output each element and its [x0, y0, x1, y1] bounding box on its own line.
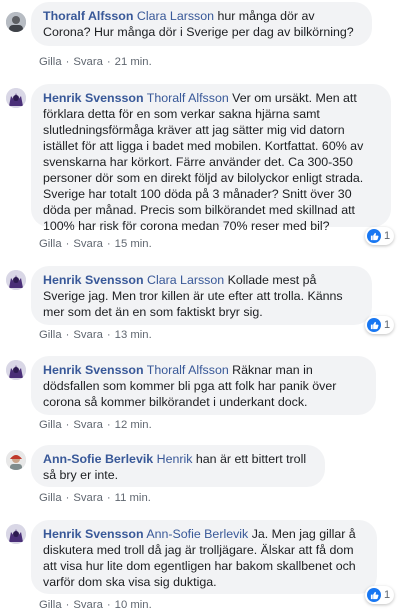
comment-bubble: Henrik Svensson Ann-Sofie Berlevik Ja. M… [31, 520, 377, 594]
reaction-number: 1 [384, 589, 391, 601]
reply-button[interactable]: Svara [73, 56, 103, 68]
reaction-count[interactable]: 1 [365, 586, 395, 604]
like-button[interactable]: Gilla [39, 329, 62, 341]
comment-timestamp[interactable]: 10 min. [115, 599, 152, 611]
comment: Henrik Svensson Clara Larsson Kollade me… [0, 264, 418, 344]
avatar[interactable] [6, 12, 26, 32]
comment-timestamp[interactable]: 11 min. [115, 492, 151, 504]
comment-timestamp[interactable]: 12 min. [115, 419, 152, 431]
reaction-number: 1 [384, 230, 391, 242]
comment-author[interactable]: Henrik Svensson [43, 273, 144, 287]
comment-actions: Gilla · Svara · 10 min. [39, 599, 152, 611]
comment-bubble: Thoralf Alfsson Clara Larsson hur många … [31, 2, 372, 46]
comment-timestamp[interactable]: 15 min. [115, 238, 152, 250]
comment-actions: Gilla · Svara · 21 min. [39, 56, 152, 68]
comment-bubble: Ann-Sofie Berlevik Henrik han är ett bit… [31, 445, 325, 487]
comment-actions: Gilla · Svara · 15 min. [39, 238, 152, 250]
avatar[interactable] [6, 88, 26, 108]
comment-mention[interactable]: Clara Larsson [147, 273, 224, 287]
thumbs-up-icon [367, 229, 381, 243]
avatar[interactable] [6, 360, 26, 380]
reply-button[interactable]: Svara [73, 419, 103, 431]
reaction-count[interactable]: 1 [365, 316, 395, 334]
reaction-count[interactable]: 1 [365, 227, 395, 245]
comment: Henrik Svensson Thoralf Alfsson Ver om u… [0, 82, 418, 252]
comment-mention[interactable]: Clara Larsson [137, 9, 214, 23]
comment-mention[interactable]: Ann-Sofie Berlevik [146, 527, 248, 541]
reaction-number: 1 [384, 319, 391, 331]
comment-timestamp[interactable]: 21 min. [115, 56, 152, 68]
reply-button[interactable]: Svara [73, 329, 103, 341]
comment-author[interactable]: Henrik Svensson [43, 363, 144, 377]
comment-bubble: Henrik Svensson Thoralf Alfsson Ver om u… [31, 84, 391, 233]
comment-mention[interactable]: Thoralf Alfsson [147, 363, 229, 377]
like-button[interactable]: Gilla [39, 56, 62, 68]
comment-bubble: Henrik Svensson Thoralf Alfsson Räknar m… [31, 356, 376, 415]
comment-bubble: Henrik Svensson Clara Larsson Kollade me… [31, 266, 372, 325]
comment-author[interactable]: Henrik Svensson [43, 527, 144, 541]
like-button[interactable]: Gilla [39, 238, 62, 250]
comment-mention[interactable]: Henrik [157, 452, 193, 466]
comment: Ann-Sofie Berlevik Henrik han är ett bit… [0, 443, 418, 509]
avatar[interactable] [6, 524, 26, 544]
thumbs-up-icon [367, 318, 381, 332]
comment: Henrik Svensson Ann-Sofie Berlevik Ja. M… [0, 518, 418, 614]
reply-button[interactable]: Svara [73, 599, 103, 611]
comment-actions: Gilla · Svara · 13 min. [39, 329, 152, 341]
reply-button[interactable]: Svara [73, 492, 103, 504]
thumbs-up-icon [367, 588, 381, 602]
comment: Thoralf Alfsson Clara Larsson hur många … [0, 0, 418, 70]
comment-timestamp[interactable]: 13 min. [115, 329, 152, 341]
comment-author[interactable]: Ann-Sofie Berlevik [43, 452, 153, 466]
avatar[interactable] [6, 450, 26, 470]
avatar[interactable] [6, 270, 26, 290]
comment-mention[interactable]: Thoralf Alfsson [147, 91, 229, 105]
comment-author[interactable]: Henrik Svensson [43, 91, 144, 105]
comment-actions: Gilla · Svara · 12 min. [39, 419, 152, 431]
comment-author[interactable]: Thoralf Alfsson [43, 9, 133, 23]
reply-button[interactable]: Svara [73, 238, 103, 250]
like-button[interactable]: Gilla [39, 492, 62, 504]
comment-text: Ver om ursäkt. Men att förklara detta fö… [43, 91, 364, 233]
like-button[interactable]: Gilla [39, 599, 62, 611]
comment: Henrik Svensson Thoralf Alfsson Räknar m… [0, 354, 418, 434]
like-button[interactable]: Gilla [39, 419, 62, 431]
comment-actions: Gilla · Svara · 11 min. [39, 492, 151, 504]
